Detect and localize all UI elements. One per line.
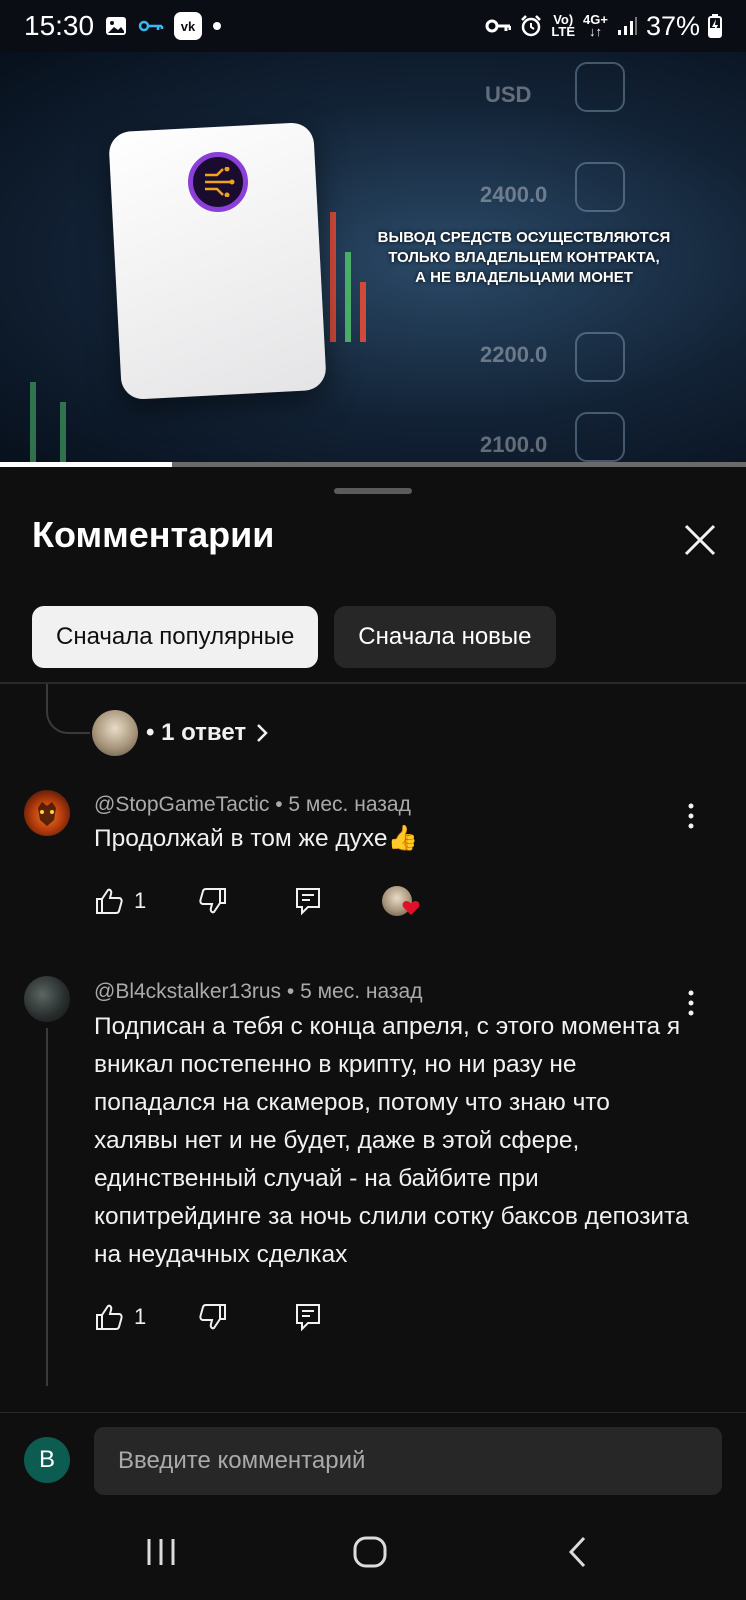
battery-charging-icon bbox=[708, 14, 722, 38]
reply-comment-icon bbox=[296, 888, 321, 916]
sort-newest-chip[interactable]: Сначала новые bbox=[334, 606, 556, 668]
ticker-label: 2100.0 bbox=[480, 432, 548, 457]
volte-indicator: Vo) LTE bbox=[551, 12, 576, 39]
ticker-label: 2200.0 bbox=[480, 342, 548, 367]
comment-meta: @StopGameTactic • 5 мес. назад bbox=[94, 793, 411, 816]
heart-icon bbox=[402, 901, 420, 915]
home-icon bbox=[353, 1536, 387, 1568]
sort-popular-chip[interactable]: Сначала популярные bbox=[32, 606, 319, 668]
close-button[interactable] bbox=[680, 520, 720, 560]
recent-apps-icon bbox=[147, 1539, 175, 1565]
home-button[interactable] bbox=[352, 1535, 388, 1574]
replies-link[interactable]: • 1 ответ bbox=[92, 710, 270, 756]
thumb-down-icon bbox=[199, 1304, 227, 1330]
thread-line bbox=[46, 1028, 48, 1386]
chart-candle bbox=[360, 282, 366, 342]
video-progress-bar[interactable] bbox=[0, 462, 746, 467]
comment-age: 5 мес. назад bbox=[288, 793, 411, 816]
comments-title: Комментарии bbox=[32, 514, 275, 555]
status-bar: 15:30 vk Vo) LTE 4G+ ↓↑ 37% bbox=[0, 0, 746, 52]
circuit-logo-icon bbox=[188, 152, 248, 212]
back-button[interactable] bbox=[566, 1535, 590, 1574]
thumb-down-icon bbox=[199, 888, 227, 914]
vpn-key-icon bbox=[485, 18, 512, 34]
thumb-up-icon bbox=[96, 1304, 123, 1330]
sort-chips: Сначала популярные Сначала новые bbox=[32, 606, 556, 668]
chart-candle bbox=[330, 212, 336, 342]
dislike-button[interactable] bbox=[198, 1302, 228, 1332]
divider bbox=[0, 682, 746, 684]
chart-ui-icon bbox=[575, 412, 625, 462]
comment-input[interactable]: Введите комментарий bbox=[94, 1427, 722, 1495]
replies-count: • 1 ответ bbox=[146, 719, 247, 746]
comment-actions: 1 bbox=[94, 1302, 322, 1332]
chart-ui-icon bbox=[575, 332, 625, 382]
notification-dot-icon bbox=[212, 21, 222, 31]
comment-text: Подписан а тебя с конца апреля, с этого … bbox=[94, 1013, 689, 1268]
alarm-icon bbox=[519, 14, 543, 38]
thumb-up-icon bbox=[96, 888, 123, 914]
thread-connector bbox=[46, 684, 90, 734]
video-player[interactable]: USD 2400.0 2200.0 2100.0 ВЫВОД СРЕДСТВ О… bbox=[0, 52, 746, 467]
comment-author-avatar[interactable] bbox=[24, 976, 70, 1022]
video-progress-fill bbox=[0, 462, 172, 467]
vk-icon: vk bbox=[174, 12, 203, 40]
like-button[interactable]: 1 bbox=[94, 1302, 146, 1332]
video-caption: ВЫВОД СРЕДСТВ ОСУЩЕСТВЛЯЮТСЯ ТОЛЬКО ВЛАД… bbox=[377, 229, 671, 286]
reply-button[interactable] bbox=[294, 886, 322, 916]
comment-author[interactable]: @Bl4ckstalker13rus bbox=[94, 980, 281, 1003]
like-button[interactable]: 1 bbox=[94, 886, 146, 916]
comment-text: Продолжай в том же духе👍 bbox=[94, 825, 419, 852]
comment-composer: B Введите комментарий bbox=[0, 1412, 746, 1517]
like-count: 1 bbox=[134, 888, 147, 913]
comment-meta: @Bl4ckstalker13rus • 5 мес. назад bbox=[94, 980, 423, 1003]
gallery-icon bbox=[104, 14, 128, 38]
back-icon bbox=[568, 1536, 586, 1568]
battery-percent: 37% bbox=[645, 10, 700, 41]
chart-ui-icon bbox=[575, 62, 625, 112]
user-avatar[interactable]: B bbox=[24, 1437, 70, 1483]
system-navigation-bar bbox=[0, 1517, 746, 1600]
reply-button[interactable] bbox=[294, 1302, 322, 1332]
signal-icon bbox=[616, 15, 638, 37]
comment-author-avatar[interactable] bbox=[24, 790, 70, 836]
ticker-label: USD bbox=[485, 82, 532, 107]
clock: 15:30 bbox=[24, 10, 95, 41]
chart-ui-icon bbox=[575, 162, 625, 212]
reply-author-avatar bbox=[92, 710, 138, 756]
chevron-right-icon bbox=[257, 724, 268, 742]
like-count: 1 bbox=[134, 1304, 147, 1329]
chart-candle bbox=[60, 402, 66, 462]
comment-actions: 1 bbox=[94, 886, 420, 916]
svg-text:vk: vk bbox=[181, 19, 196, 34]
network-type-indicator: 4G+ ↓↑ bbox=[583, 12, 608, 39]
recent-apps-button[interactable] bbox=[144, 1535, 178, 1574]
reply-comment-icon bbox=[296, 1304, 321, 1332]
comment-author[interactable]: @StopGameTactic bbox=[94, 793, 269, 816]
close-icon bbox=[684, 524, 716, 556]
key-icon bbox=[138, 19, 164, 33]
creator-heart-badge bbox=[382, 886, 420, 916]
comment-age: 5 мес. назад bbox=[300, 980, 423, 1003]
ticker-label: 2400.0 bbox=[480, 182, 548, 207]
dislike-button[interactable] bbox=[198, 886, 228, 916]
chart-candle bbox=[30, 382, 36, 462]
drag-handle[interactable] bbox=[334, 488, 412, 494]
comments-sheet: Комментарии Сначала популярные Сначала н… bbox=[0, 470, 746, 1600]
